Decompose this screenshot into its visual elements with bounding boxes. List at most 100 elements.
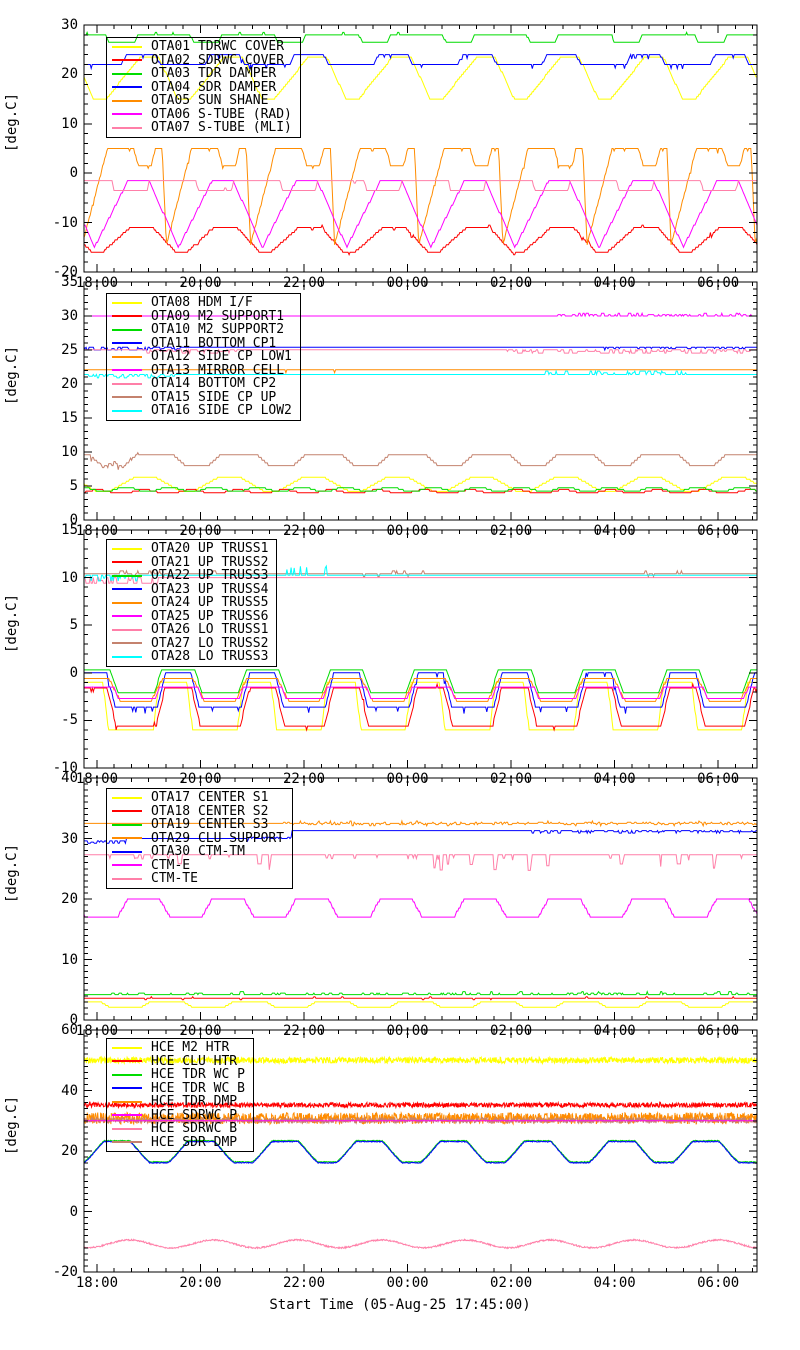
legend-color-swatch xyxy=(112,547,142,550)
legend-item: OTA24 UP TRUSS5 xyxy=(112,596,268,610)
legend-item: OTA12 SIDE CP LOW1 xyxy=(112,350,292,364)
legend-label: HCE CLU HTR xyxy=(151,1053,238,1069)
x-tick-label: 06:00 xyxy=(697,523,740,539)
legend-color-swatch xyxy=(112,615,142,618)
legend-label: OTA17 CENTER S1 xyxy=(151,790,269,806)
legend-label: OTA29 CLU SUPPORT xyxy=(151,830,285,846)
x-tick-label: 02:00 xyxy=(490,275,533,291)
legend-label: OTA25 UP TRUSS6 xyxy=(151,608,269,624)
legend-label: OTA21 UP TRUSS2 xyxy=(151,554,269,570)
y-tick-label: 15 xyxy=(61,410,78,426)
legend-item: OTA11 BOTTOM CP1 xyxy=(112,337,292,351)
x-tick-label: 22:00 xyxy=(282,771,326,787)
x-tick-label: 02:00 xyxy=(490,523,533,539)
legend-color-swatch xyxy=(112,601,142,604)
y-tick-label: 20 xyxy=(61,376,78,392)
legend-item: OTA05 SUN SHANE xyxy=(112,94,292,108)
legend-label: OTA10 M2 SUPPORT2 xyxy=(151,322,285,338)
legend-color-swatch xyxy=(112,45,142,48)
x-tick-label: 06:00 xyxy=(697,771,740,787)
x-tick-label: 02:00 xyxy=(490,771,533,787)
legend-color-swatch xyxy=(112,561,142,564)
legend-item: OTA16 SIDE CP LOW2 xyxy=(112,404,292,418)
y-tick-label: 25 xyxy=(61,342,78,358)
legend-color-swatch xyxy=(112,850,142,853)
legend-label: OTA05 SUN SHANE xyxy=(151,93,269,109)
legend-color-swatch xyxy=(112,355,142,358)
legend-label: OTA27 LO TRUSS2 xyxy=(151,635,269,651)
legend-label: OTA24 UP TRUSS5 xyxy=(151,595,269,611)
legend-color-swatch xyxy=(112,328,142,331)
x-tick-label: 00:00 xyxy=(386,275,429,291)
legend-label: OTA02 SDRWC COVER xyxy=(151,52,285,68)
legend-label: OTA19 CENTER S3 xyxy=(151,817,269,833)
legend-label: OTA06 S-TUBE (RAD) xyxy=(151,106,292,122)
legend-label: OTA16 SIDE CP LOW2 xyxy=(151,403,292,419)
legend-color-swatch xyxy=(112,1046,142,1049)
legend-item: OTA18 CENTER S2 xyxy=(112,805,284,819)
y-tick-label: 10 xyxy=(61,444,78,460)
x-tick-label: 20:00 xyxy=(179,1275,222,1291)
legend-label: CTM-TE xyxy=(151,871,198,887)
legend-label: OTA18 CENTER S2 xyxy=(151,803,269,819)
legend-color-swatch xyxy=(112,1087,142,1090)
y-tick-label: 20 xyxy=(61,66,78,83)
legend-item: OTA19 CENTER S3 xyxy=(112,818,284,832)
y-tick-label: 20 xyxy=(61,891,78,907)
legend-item: OTA29 CLU SUPPORT xyxy=(112,832,284,846)
legend-item: OTA03 TDR DAMPER xyxy=(112,67,292,81)
x-tick-label: 00:00 xyxy=(386,523,429,539)
legend-color-swatch xyxy=(112,1127,142,1130)
legend-item: CTM-E xyxy=(112,859,284,873)
legend-item: OTA06 S-TUBE (RAD) xyxy=(112,108,292,122)
x-tick-label: 04:00 xyxy=(593,275,636,291)
legend-label: OTA09 M2 SUPPORT1 xyxy=(151,308,285,324)
legend-panel-4: OTA17 CENTER S1 OTA18 CENTER S2 OTA19 CENT… xyxy=(106,788,294,889)
y-tick-label: 35 xyxy=(61,274,78,290)
legend-label: OTA04 SDR DAMPER xyxy=(151,79,277,95)
legend-item: HCE TDR WC B xyxy=(112,1082,245,1096)
legend-label: CTM-E xyxy=(151,857,191,873)
legend-label: OTA15 SIDE CP UP xyxy=(151,389,277,405)
legend-panel-1: OTA01 TDRWC COVER OTA02 SDRWC COVER OTA03 … xyxy=(106,37,301,138)
legend-item: OTA15 SIDE CP UP xyxy=(112,391,292,405)
y-tick-label: 15 xyxy=(61,522,78,538)
legend-panel-2: OTA08 HDM I/F OTA09 M2 SUPPORT1 OTA10 M2 S… xyxy=(106,293,301,421)
legend-item: OTA22 UP TRUSS3 xyxy=(112,569,268,583)
legend-color-swatch xyxy=(112,113,142,116)
legend-color-swatch xyxy=(112,588,142,591)
x-tick-label: 22:00 xyxy=(282,523,326,539)
legend-panel-3: OTA20 UP TRUSS1 OTA21 UP TRUSS2 OTA22 UP T… xyxy=(106,539,278,667)
legend-item: HCE CLU HTR xyxy=(112,1055,245,1069)
legend-item: HCE SDRWC B xyxy=(112,1122,245,1136)
y-tick-label: 10 xyxy=(61,569,78,586)
legend-label: HCE TDR WC B xyxy=(151,1080,245,1096)
legend-item: OTA08 HDM I/F xyxy=(112,296,292,310)
legend-color-swatch xyxy=(112,796,142,799)
legend-item: HCE M2 HTR xyxy=(112,1041,245,1055)
legend-item: OTA14 BOTTOM CP2 xyxy=(112,377,292,391)
x-tick-label: 04:00 xyxy=(593,1275,636,1291)
x-tick-label: 00:00 xyxy=(386,771,429,787)
y-axis-title-panel-1: [deg.C] xyxy=(4,92,20,152)
legend-color-swatch xyxy=(112,315,142,318)
legend-label: OTA08 HDM I/F xyxy=(151,295,253,311)
legend-item: CTM-TE xyxy=(112,872,284,886)
legend-color-swatch xyxy=(112,1100,142,1103)
legend-item: OTA13 MIRROR CELL xyxy=(112,364,292,378)
legend-item: OTA10 M2 SUPPORT2 xyxy=(112,323,292,337)
legend-color-swatch xyxy=(112,382,142,385)
x-tick-label: 06:00 xyxy=(697,275,740,291)
x-tick-label: 22:00 xyxy=(282,275,326,291)
legend-color-swatch xyxy=(112,628,142,631)
x-tick-label: 18:00 xyxy=(75,1275,119,1291)
legend-item: OTA02 SDRWC COVER xyxy=(112,54,292,68)
legend-item: OTA28 LO TRUSS3 xyxy=(112,650,268,664)
legend-item: OTA09 M2 SUPPORT1 xyxy=(112,310,292,324)
legend-item: HCE SDRWC P xyxy=(112,1109,245,1123)
legend-color-swatch xyxy=(112,59,142,62)
legend-color-swatch xyxy=(112,126,142,129)
x-tick-label: 00:00 xyxy=(386,1275,429,1291)
y-tick-label: 30 xyxy=(61,308,78,324)
legend-item: OTA25 UP TRUSS6 xyxy=(112,610,268,624)
